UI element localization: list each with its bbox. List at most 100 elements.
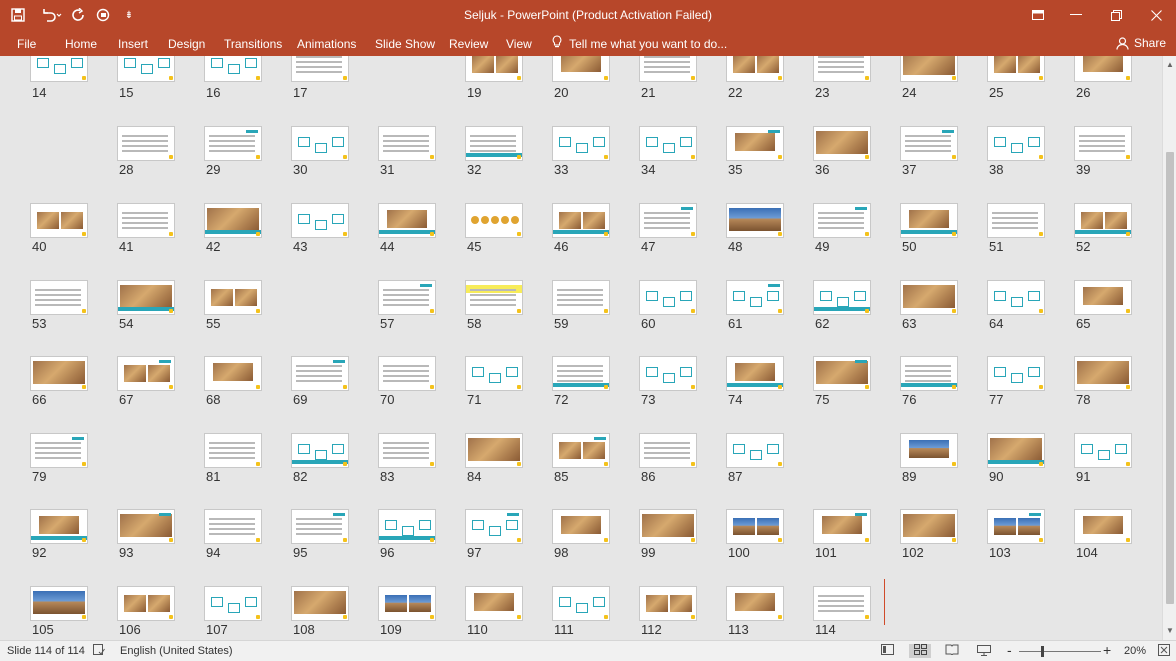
slide-thumbnail[interactable] [813,356,871,391]
slide-thumbnail[interactable] [1074,280,1132,315]
slide-thumbnail[interactable] [552,203,610,238]
slide-thumbnail[interactable] [726,280,784,315]
slide-thumbnail[interactable] [465,586,523,621]
slide-thumbnail[interactable] [987,56,1045,82]
slide-sorter-view-icon[interactable] [909,644,931,658]
slide-thumbnail[interactable] [1074,126,1132,161]
slide-thumbnail[interactable] [900,509,958,544]
slide-thumbnail[interactable] [726,509,784,544]
slide-thumbnail[interactable] [639,509,697,544]
slide-thumbnail[interactable] [900,356,958,391]
slide-thumbnail[interactable] [378,356,436,391]
slide-thumbnail[interactable] [639,586,697,621]
tab-home[interactable]: Home [65,34,97,54]
zoom-out-button[interactable]: - [1007,642,1012,658]
slide-thumbnail[interactable] [726,203,784,238]
share-button[interactable]: Share [1114,33,1166,53]
tab-animations[interactable]: Animations [297,34,356,54]
tab-design[interactable]: Design [168,34,205,54]
slide-thumbnail[interactable] [639,280,697,315]
slide-thumbnail[interactable] [1074,433,1132,468]
slide-thumbnail[interactable] [813,126,871,161]
slide-thumbnail[interactable] [552,56,610,82]
slide-thumbnail[interactable] [117,56,175,82]
tab-transitions[interactable]: Transitions [224,34,282,54]
tab-review[interactable]: Review [449,34,488,54]
slide-thumbnail[interactable] [30,356,88,391]
slide-thumbnail[interactable] [813,56,871,82]
slide-thumbnail[interactable] [117,509,175,544]
slide-thumbnail[interactable] [117,356,175,391]
restore-icon[interactable] [1096,0,1136,30]
slide-thumbnail[interactable] [552,280,610,315]
vertical-scrollbar[interactable]: ▲ ▼ [1162,56,1176,640]
reading-view-icon[interactable] [944,644,960,658]
slide-thumbnail[interactable] [900,56,958,82]
scroll-thumb[interactable] [1166,152,1174,604]
slide-thumbnail[interactable] [378,280,436,315]
slide-thumbnail[interactable] [987,126,1045,161]
slide-thumbnail[interactable] [1074,56,1132,82]
slide-thumbnail[interactable] [465,280,523,315]
slide-thumbnail[interactable] [465,356,523,391]
slide-thumbnail[interactable] [1074,356,1132,391]
slide-thumbnail[interactable] [639,126,697,161]
slide-thumbnail[interactable] [465,433,523,468]
notes-check-icon[interactable] [91,644,107,658]
slide-thumbnail[interactable] [639,433,697,468]
normal-view-icon[interactable] [879,644,895,658]
language[interactable]: English (United States) [120,645,233,657]
slide-thumbnail[interactable] [465,56,523,82]
slide-thumbnail[interactable] [30,280,88,315]
slide-thumbnail[interactable] [117,586,175,621]
slide-thumbnail[interactable] [552,509,610,544]
slide-thumbnail[interactable] [639,203,697,238]
slide-thumbnail[interactable] [30,433,88,468]
slide-thumbnail[interactable] [117,126,175,161]
slide-thumbnail[interactable] [204,586,262,621]
slide-sorter[interactable]: 14 15 16 17 19 20 21 22 23 24 25 26 28 29 30 31 32 33 34 35… [0,56,1162,640]
close-icon[interactable] [1136,0,1176,30]
slide-thumbnail[interactable] [813,203,871,238]
slide-thumbnail[interactable] [291,586,349,621]
slide-thumbnail[interactable] [552,356,610,391]
slide-thumbnail[interactable] [117,280,175,315]
slide-thumbnail[interactable] [552,586,610,621]
slide-thumbnail[interactable] [639,56,697,82]
tab-slide-show[interactable]: Slide Show [375,34,435,54]
slide-thumbnail[interactable] [204,356,262,391]
slide-thumbnail[interactable] [204,433,262,468]
slide-thumbnail[interactable] [726,586,784,621]
slide-thumbnail[interactable] [726,356,784,391]
slide-thumbnail[interactable] [987,433,1045,468]
slide-thumbnail[interactable] [291,126,349,161]
slide-thumbnail[interactable] [291,509,349,544]
slide-thumbnail[interactable] [204,56,262,82]
slide-thumbnail[interactable] [204,509,262,544]
zoom-in-button[interactable]: + [1103,642,1111,658]
slide-thumbnail[interactable] [117,203,175,238]
slide-thumbnail[interactable] [378,203,436,238]
slide-thumbnail[interactable] [465,126,523,161]
minimize-icon[interactable] [1056,0,1096,30]
scroll-down-icon[interactable]: ▼ [1163,624,1176,638]
slide-thumbnail[interactable] [291,433,349,468]
fit-to-window-icon[interactable] [1156,644,1172,658]
slide-thumbnail[interactable] [378,126,436,161]
slide-thumbnail[interactable] [900,280,958,315]
slide-thumbnail[interactable] [726,433,784,468]
slide-thumbnail[interactable] [204,280,262,315]
tab-file[interactable]: File [17,34,36,54]
slide-thumbnail[interactable] [552,126,610,161]
zoom-slider-knob[interactable] [1041,646,1044,657]
slide-thumbnail[interactable] [30,509,88,544]
slide-thumbnail[interactable] [1074,509,1132,544]
slide-thumbnail[interactable] [204,203,262,238]
slide-thumbnail[interactable] [639,356,697,391]
ribbon-display-options-icon[interactable] [1018,0,1058,30]
zoom-level[interactable]: 20% [1124,645,1146,657]
tell-me-box[interactable]: Tell me what you want to do... [552,34,727,54]
slide-thumbnail[interactable] [900,433,958,468]
slide-show-icon[interactable] [976,644,992,658]
tab-insert[interactable]: Insert [118,34,148,54]
